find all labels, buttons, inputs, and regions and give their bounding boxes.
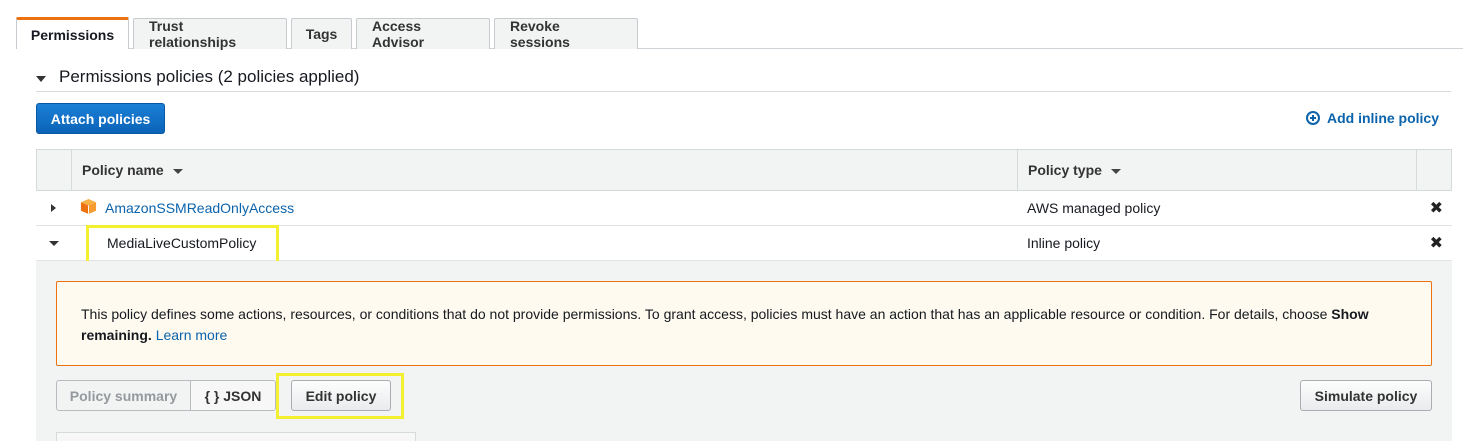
tab-bar: Permissions Trust relationships Tags Acc…: [16, 17, 1463, 50]
table-row: AmazonSSMReadOnlyAccess AWS managed poli…: [36, 191, 1452, 226]
sort-caret-icon: [1110, 168, 1121, 174]
plus-circle-icon: [1306, 111, 1320, 125]
highlight-box-edit-policy: [276, 373, 404, 419]
add-inline-policy-link[interactable]: Add inline policy: [1306, 110, 1439, 126]
policy-type-cell: Inline policy: [1027, 235, 1101, 251]
tab-revoke-sessions[interactable]: Revoke sessions: [494, 18, 638, 50]
column-header-policy-type[interactable]: Policy type: [1018, 150, 1417, 190]
simulate-policy-button[interactable]: Simulate policy: [1300, 380, 1432, 411]
learn-more-link[interactable]: Learn more: [156, 327, 228, 343]
permissions-policies-header[interactable]: Permissions policies (2 policies applied…: [36, 66, 359, 88]
table-header: Policy name Policy type: [36, 149, 1452, 191]
add-inline-policy-label: Add inline policy: [1327, 110, 1440, 126]
tab-trust-relationships[interactable]: Trust relationships: [133, 18, 287, 50]
warning-alert: This policy defines some actions, resour…: [56, 281, 1432, 366]
row-expand-toggle[interactable]: [36, 240, 71, 246]
policy-type-cell: AWS managed policy: [1027, 200, 1161, 216]
row-expand-toggle[interactable]: [36, 204, 71, 212]
sort-caret-icon: [172, 168, 183, 174]
collapse-caret-icon[interactable]: [36, 75, 46, 82]
tab-access-advisor[interactable]: Access Advisor: [356, 18, 490, 50]
iam-role-permissions-page: Permissions Trust relationships Tags Acc…: [0, 0, 1463, 441]
section-title: Permissions policies (2 policies applied…: [59, 67, 360, 86]
caret-down-icon: [48, 240, 59, 246]
column-header-label: Policy type: [1028, 162, 1102, 178]
column-header-label: Policy name: [82, 162, 164, 178]
policy-detail-panel: This policy defines some actions, resour…: [36, 261, 1452, 441]
tab-permissions[interactable]: Permissions: [16, 17, 129, 49]
warning-text: This policy defines some actions, resour…: [81, 306, 1332, 322]
policy-summary-table-top: [56, 432, 416, 441]
attach-policies-button[interactable]: Attach policies: [36, 103, 165, 134]
json-button[interactable]: { } JSON: [190, 380, 276, 411]
column-header-policy-name[interactable]: Policy name: [72, 150, 1018, 190]
policy-name-cell: AmazonSSMReadOnlyAccess: [71, 198, 1017, 216]
close-icon[interactable]: ✖: [1416, 198, 1452, 218]
tab-tags[interactable]: Tags: [291, 18, 352, 49]
policy-summary-button[interactable]: Policy summary: [56, 380, 191, 411]
aws-box-icon: [80, 198, 97, 214]
close-icon[interactable]: ✖: [1416, 233, 1452, 253]
caret-right-icon: [51, 204, 56, 212]
policy-name-link[interactable]: AmazonSSMReadOnlyAccess: [105, 200, 294, 216]
section-divider: [36, 91, 1451, 92]
actions-column-header: [1417, 150, 1451, 190]
expand-column-header: [37, 150, 72, 190]
